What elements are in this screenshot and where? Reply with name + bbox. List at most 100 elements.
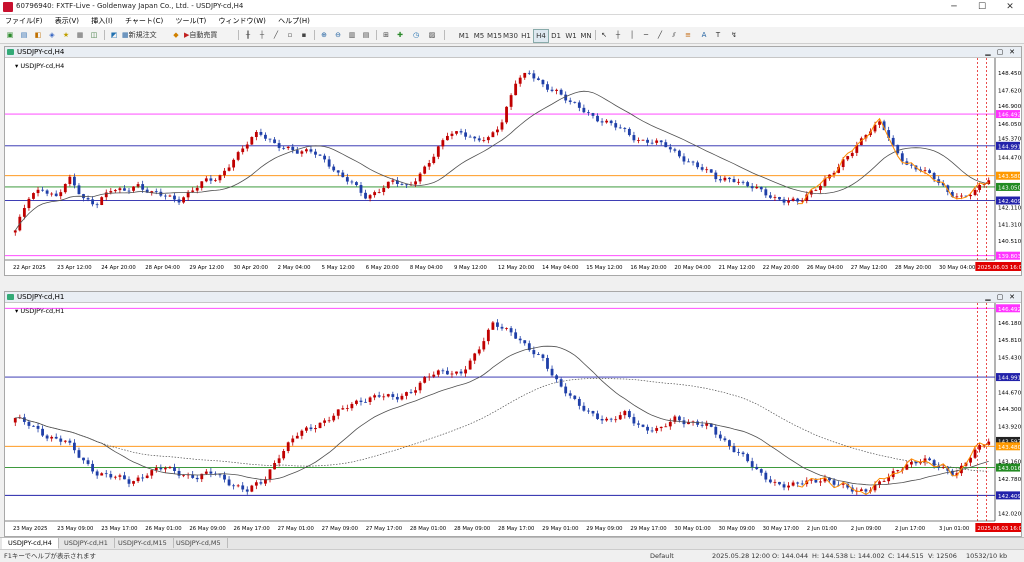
timeframe-h1[interactable]: H1	[518, 29, 534, 43]
zoom-out-icon[interactable]: ⊖	[332, 29, 344, 41]
menu-tools[interactable]: ツール(T)	[171, 15, 212, 27]
candle-body	[687, 161, 690, 163]
candle-body	[427, 163, 431, 167]
cursor-icon[interactable]: ↖	[598, 29, 610, 41]
candle-body	[168, 467, 172, 469]
template-icon[interactable]: ▨	[426, 29, 438, 41]
add-indicator-icon[interactable]: ✚	[394, 29, 406, 41]
timeframe-d1[interactable]: D1	[548, 29, 564, 43]
terminal-icon[interactable]: ▦	[74, 29, 86, 41]
candle-body	[386, 181, 390, 188]
vertical-line-icon[interactable]: │	[626, 29, 638, 41]
candle-body	[204, 178, 208, 182]
candle-body	[791, 198, 795, 201]
candlestick-chart-h1[interactable]: ▾ USDJPY-cd,H1 146.492146.180145.810145.4…	[5, 303, 1021, 535]
chart-maximize-button[interactable]: ▢	[995, 47, 1005, 57]
chart-close-button[interactable]: ✕	[1007, 47, 1017, 57]
candle-body	[759, 186, 763, 190]
tab-usdjpy-h1[interactable]: USDJPY-cd,H1	[58, 538, 115, 548]
menu-view[interactable]: 表示(V)	[50, 15, 84, 27]
candle-body	[932, 460, 936, 466]
candle-body	[204, 471, 208, 474]
time-axis-label: 30 May 17:00	[763, 526, 800, 532]
navigator-icon[interactable]: ★	[60, 29, 72, 41]
chart-maximize-button[interactable]: ▢	[995, 292, 1005, 302]
timeframe-w1[interactable]: W1	[563, 29, 579, 43]
new-order-button[interactable]: ▦新規注文	[122, 29, 168, 41]
autoscroll-icon[interactable]: ▪	[298, 29, 310, 41]
candle-body	[68, 440, 72, 443]
period-icon[interactable]: ◷	[410, 29, 422, 41]
candlestick-chart-h4[interactable]: ▾ USDJPY-cd,H4 148.450 147.620 146.900 146.4…	[5, 58, 1021, 274]
candle-chart-icon[interactable]: ┼	[256, 29, 268, 41]
chart-minimize-button[interactable]: ▁	[983, 47, 993, 57]
tab-usdjpy-m5[interactable]: USDJPY-cd,M5	[170, 538, 228, 548]
candle-body	[741, 452, 745, 455]
close-button[interactable]: ✕	[996, 0, 1024, 14]
crosshair-icon[interactable]: ┼	[612, 29, 624, 41]
time-axis-label: 21 May 12:00	[719, 265, 756, 271]
timeframe-h4[interactable]: H4	[533, 29, 549, 43]
chart-shift-icon[interactable]: ▫	[284, 29, 296, 41]
bar-chart-icon[interactable]: ╫	[242, 29, 254, 41]
minimize-button[interactable]: ─	[940, 0, 968, 14]
zoom-in-icon[interactable]: ⊕	[318, 29, 330, 41]
candle-body	[159, 191, 163, 196]
trendline-icon[interactable]: ╱	[654, 29, 666, 41]
timeframe-mn[interactable]: MN	[578, 29, 594, 43]
maximize-button[interactable]: ☐	[968, 0, 996, 14]
auto-trade-button[interactable]: ▶自動売買	[184, 29, 234, 41]
data-window-icon[interactable]: ◈	[46, 29, 58, 41]
time-axis-label: 23 May 2025	[13, 526, 48, 532]
timeframe-m1[interactable]: M1	[456, 29, 472, 43]
channel-icon[interactable]: ⫽	[668, 29, 680, 41]
alert-icon[interactable]: ◆	[170, 29, 182, 41]
tile-windows-icon[interactable]: ▥	[346, 29, 358, 41]
label-icon[interactable]: T	[712, 29, 724, 41]
tab-usdjpy-h4[interactable]: USDJPY-cd,H4	[2, 538, 59, 549]
chart-window-h1[interactable]: USDJPY-cd,H1 ▁ ▢ ✕ ▾ USDJPY-cd,H1 146.492…	[4, 291, 1022, 537]
chart-minimize-button[interactable]: ▁	[983, 292, 993, 302]
time-axis-label: 15 May 12:00	[586, 265, 623, 271]
candle-body	[555, 375, 558, 380]
new-chart-icon[interactable]: ▣	[4, 29, 16, 41]
menu-file[interactable]: ファイル(F)	[0, 15, 48, 27]
line-chart-icon[interactable]: ╱	[270, 29, 282, 41]
chart-close-button[interactable]: ✕	[1007, 292, 1017, 302]
text-icon[interactable]: A	[698, 29, 710, 41]
candle-body	[109, 191, 113, 193]
grid-icon[interactable]: ▤	[360, 29, 372, 41]
menu-chart[interactable]: チャート(C)	[120, 15, 168, 27]
candle-body	[782, 484, 786, 488]
candle-body	[523, 72, 527, 78]
candle-body	[518, 338, 522, 341]
candle-body	[646, 426, 649, 431]
profiles-icon[interactable]: ▤	[18, 29, 30, 41]
timeframe-m15[interactable]: M15	[486, 29, 502, 43]
candle-body	[441, 140, 445, 147]
tab-usdjpy-m15[interactable]: USDJPY-cd,M15	[112, 538, 174, 548]
horizontal-line-icon[interactable]: ─	[640, 29, 652, 41]
candle-body	[814, 479, 818, 483]
candle-body	[973, 189, 977, 195]
timeframe-m30[interactable]: M30	[502, 29, 518, 43]
menu-insert[interactable]: 挿入(I)	[86, 15, 118, 27]
candle-body	[163, 195, 167, 197]
editor-icon[interactable]: ◩	[108, 29, 120, 41]
price-axis-label: 142.780	[998, 477, 1021, 483]
candle-body	[486, 137, 490, 141]
chart-window-h4[interactable]: USDJPY-cd,H4 ▁ ▢ ✕ ▾ USDJPY-cd,H4 148.450…	[4, 46, 1022, 276]
fibonacci-icon[interactable]: ≡	[682, 29, 694, 41]
candle-body	[355, 400, 358, 404]
indicator-icon[interactable]: ⊞	[380, 29, 392, 41]
candle-body	[650, 142, 654, 144]
menu-window[interactable]: ウィンドウ(W)	[214, 15, 271, 27]
candle-body	[391, 180, 395, 182]
timeframe-m5[interactable]: M5	[471, 29, 487, 43]
time-axis-label: 22 Apr 2025	[13, 265, 46, 271]
tester-icon[interactable]: ◫	[88, 29, 100, 41]
menu-help[interactable]: ヘルプ(H)	[273, 15, 315, 27]
arrows-icon[interactable]: ↯	[728, 29, 740, 41]
candle-body	[95, 471, 99, 476]
market-watch-icon[interactable]: ◧	[32, 29, 44, 41]
